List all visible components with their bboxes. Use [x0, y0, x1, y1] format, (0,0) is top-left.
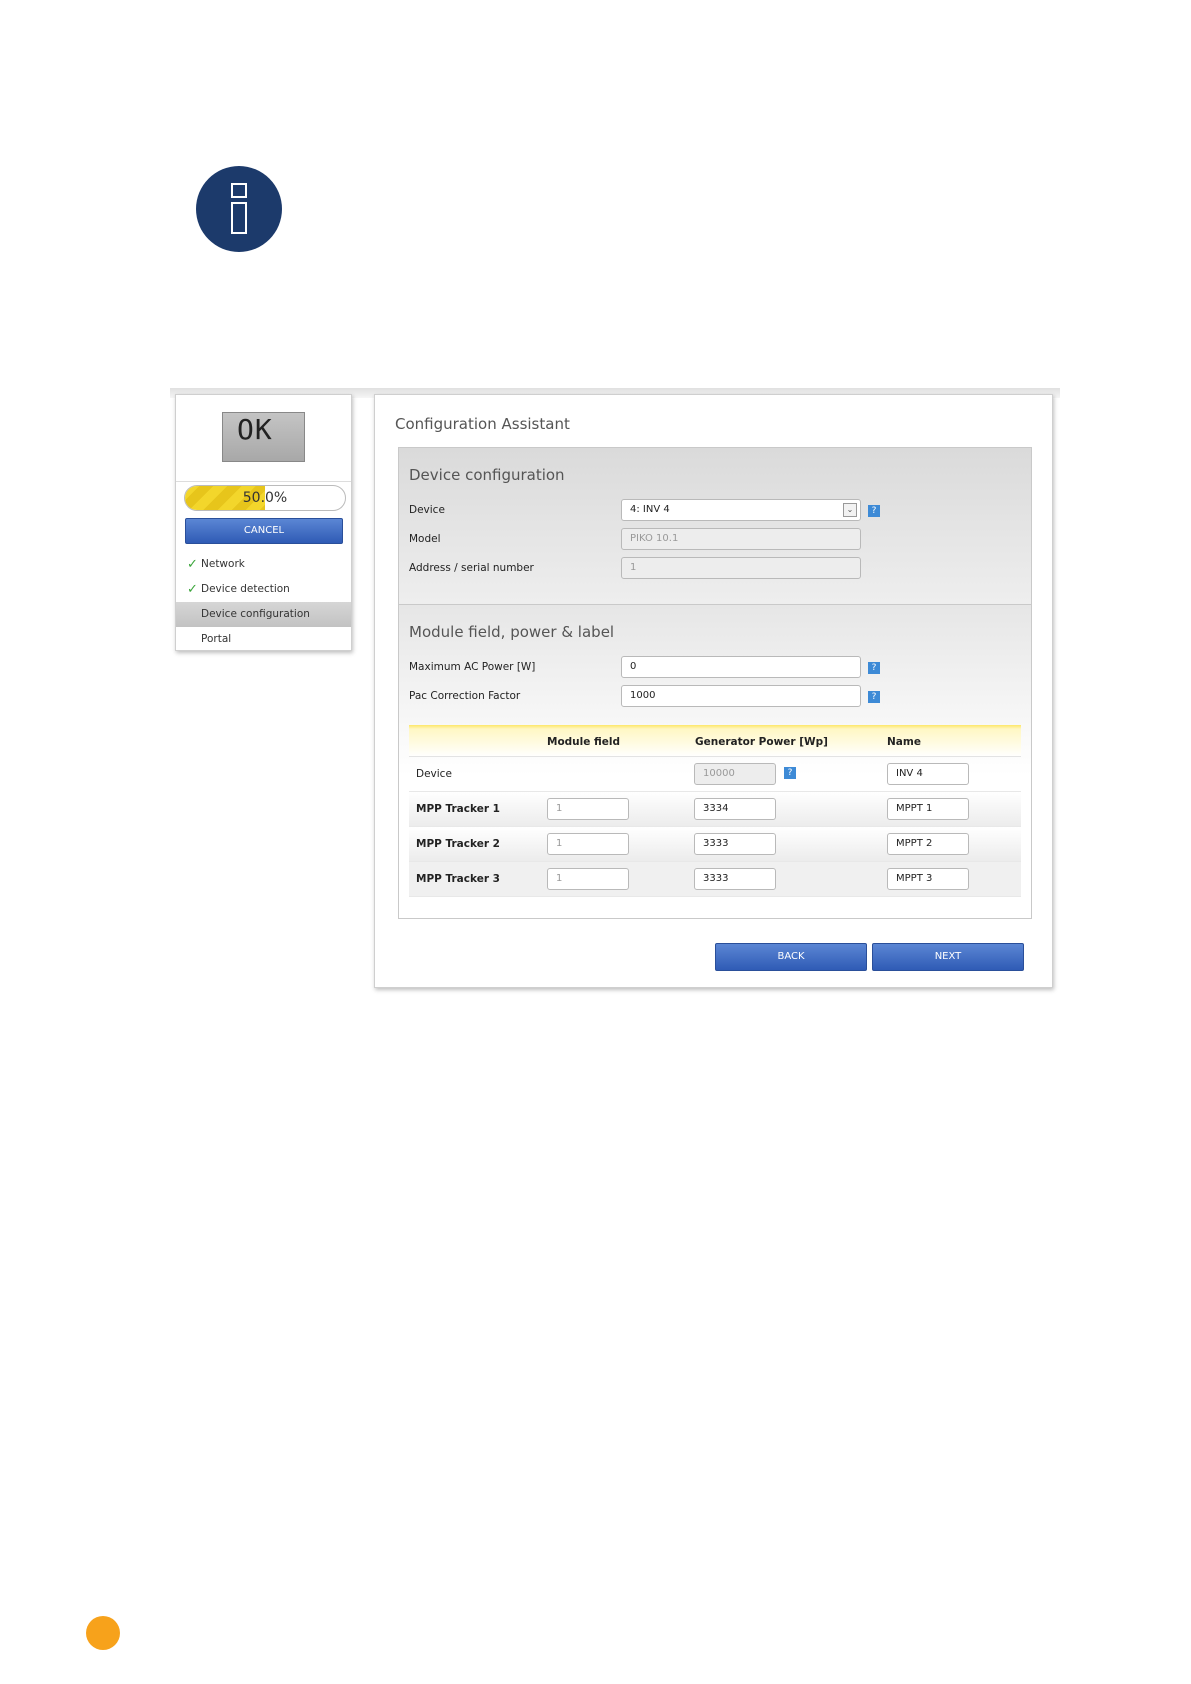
module-field-input[interactable]: 1: [547, 833, 629, 855]
name-input[interactable]: MPPT 3: [887, 868, 969, 890]
page-title: Configuration Assistant: [395, 415, 570, 433]
device-select[interactable]: 4: INV 4 ⌄: [621, 499, 861, 521]
info-icon-stem: [231, 202, 247, 234]
page-marker: [86, 1616, 120, 1650]
chevron-down-icon[interactable]: ⌄: [843, 503, 857, 517]
next-button[interactable]: NEXT: [872, 943, 1024, 971]
model-field: PIKO 10.1: [621, 528, 861, 550]
header-module-field: Module field: [547, 736, 621, 748]
help-icon[interactable]: ?: [868, 662, 880, 674]
help-icon[interactable]: ?: [784, 767, 796, 779]
table-row: MPP Tracker 2 1 3333 MPPT 2: [409, 827, 1021, 862]
table-row: MPP Tracker 1 1 3334 MPPT 1: [409, 792, 1021, 827]
header-name: Name: [887, 736, 921, 748]
max-ac-power-label: Maximum AC Power [W]: [409, 661, 536, 673]
step-label: Portal: [201, 633, 232, 645]
module-field-section: Module field, power & label Maximum AC P…: [398, 604, 1032, 919]
max-ac-power-input[interactable]: 0: [621, 656, 861, 678]
address-label: Address / serial number: [409, 562, 534, 574]
device-configuration-section: Device configuration Device 4: INV 4 ⌄ ?…: [398, 447, 1032, 605]
module-field-input[interactable]: 1: [547, 798, 629, 820]
step-label: Device configuration: [201, 608, 310, 620]
generator-power-field: 10000: [694, 763, 776, 785]
lcd-display: OK: [222, 412, 305, 462]
lcd-area: OK: [176, 395, 351, 482]
pac-correction-input[interactable]: 1000: [621, 685, 861, 707]
module-field-input[interactable]: 1: [547, 868, 629, 890]
name-input[interactable]: MPPT 1: [887, 798, 969, 820]
model-label: Model: [409, 533, 441, 545]
checkmark-icon: ✓: [187, 557, 198, 572]
step-device-configuration[interactable]: Device configuration: [176, 602, 351, 627]
progress-text: 50.0%: [242, 490, 288, 506]
wizard-steps: ✓ Network ✓ Device detection Device conf…: [176, 552, 351, 652]
section-title: Device configuration: [409, 466, 565, 484]
section-title: Module field, power & label: [409, 623, 615, 641]
generator-power-input[interactable]: 3334: [694, 798, 776, 820]
step-label: Device detection: [201, 583, 290, 595]
table-row: MPP Tracker 3 1 3333 MPPT 3: [409, 862, 1021, 897]
help-icon[interactable]: ?: [868, 691, 880, 703]
step-portal[interactable]: Portal: [176, 627, 351, 652]
help-icon[interactable]: ?: [868, 505, 880, 517]
pac-correction-label: Pac Correction Factor: [409, 690, 521, 702]
name-input[interactable]: MPPT 2: [887, 833, 969, 855]
row-label: Device: [416, 768, 452, 780]
info-icon-dot: [231, 183, 247, 198]
device-label: Device: [409, 504, 445, 516]
step-label: Network: [201, 558, 245, 570]
step-network[interactable]: ✓ Network: [176, 552, 351, 577]
device-select-value: 4: INV 4: [630, 504, 670, 515]
back-button[interactable]: BACK: [715, 943, 867, 971]
generator-power-input[interactable]: 3333: [694, 868, 776, 890]
configuration-assistant-panel: Configuration Assistant Device configura…: [374, 394, 1053, 988]
checkmark-icon: ✓: [187, 582, 198, 597]
table-row: Device 10000 ? INV 4: [409, 757, 1021, 792]
row-label: MPP Tracker 3: [416, 873, 500, 885]
name-input[interactable]: INV 4: [887, 763, 969, 785]
row-label: MPP Tracker 1: [416, 803, 500, 815]
row-label: MPP Tracker 2: [416, 838, 500, 850]
progress-bar: 50.0%: [184, 485, 346, 511]
header-generator-power: Generator Power [Wp]: [695, 736, 828, 748]
wizard-sidebar: OK 50.0% CANCEL ✓ Network ✓ Device detec…: [175, 394, 352, 651]
generator-power-input[interactable]: 3333: [694, 833, 776, 855]
address-field: 1: [621, 557, 861, 579]
cancel-button[interactable]: CANCEL: [185, 518, 343, 544]
info-icon: [196, 166, 282, 252]
step-device-detection[interactable]: ✓ Device detection: [176, 577, 351, 602]
table-header: Module field Generator Power [Wp] Name: [409, 725, 1021, 757]
